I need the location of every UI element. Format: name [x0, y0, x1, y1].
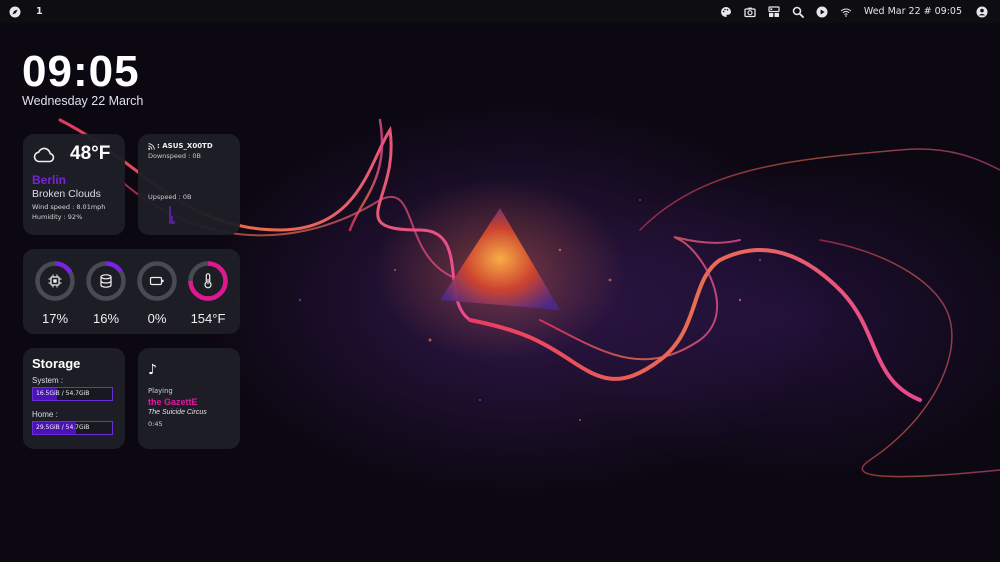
- cpu-ring: [34, 260, 76, 302]
- music-widget: ♪ Playing the GazettE The Suicide Circus…: [138, 348, 240, 449]
- temperature-ring: [187, 260, 229, 302]
- weather-condition: Broken Clouds: [32, 188, 101, 200]
- cloud-icon: [33, 147, 55, 163]
- music-status: Playing: [148, 387, 173, 395]
- music-note-icon[interactable]: ♪: [148, 362, 230, 378]
- dashboard-icon[interactable]: [762, 0, 786, 23]
- weather-humidity: Humidity : 92%: [32, 213, 83, 221]
- network-widget: : ASUS_X00TD Downspeed : 0B Upspeed : 0B: [138, 134, 240, 235]
- network-downspeed: Downspeed : 0B: [148, 152, 201, 160]
- battery-ring: [136, 260, 178, 302]
- play-icon[interactable]: [810, 0, 834, 23]
- system-stats-widget: 17% 16% 0% 154°F: [23, 249, 240, 334]
- storage-widget: Storage System : 16.5GiB / 54.7GiB Home …: [23, 348, 125, 449]
- user-icon[interactable]: [970, 0, 994, 23]
- camera-icon[interactable]: [738, 0, 762, 23]
- storage-home-value: 29.5GiB / 54.7GiB: [36, 424, 90, 431]
- weather-city: Berlin: [32, 173, 67, 187]
- desktop-clock: 09:05 Wednesday 22 March: [22, 47, 144, 109]
- weather-temperature: 48°F: [70, 143, 111, 164]
- upspeed-graph: [169, 206, 175, 224]
- cpu-icon: [48, 274, 62, 288]
- network-upspeed: Upspeed : 0B: [148, 193, 192, 201]
- battery-value: 0%: [147, 311, 167, 326]
- temperature-value: 154°F: [190, 311, 226, 326]
- search-icon[interactable]: [786, 0, 810, 23]
- rss-icon: [148, 142, 155, 150]
- storage-title: Storage: [32, 356, 81, 371]
- network-ssid-text: : ASUS_X00TD: [157, 142, 213, 150]
- storage-system-bar: 16.5GiB / 54.7GiB: [32, 387, 113, 401]
- workspace-indicator[interactable]: 1: [36, 6, 43, 17]
- thermometer-icon: [204, 273, 212, 289]
- weather-widget: 48°F Berlin Broken Clouds Wind speed : 8…: [23, 134, 125, 235]
- ram-value: 16%: [92, 311, 120, 326]
- weather-wind: Wind speed : 8.01mph: [32, 203, 106, 211]
- storage-system-value: 16.5GiB / 54.7GiB: [36, 390, 90, 397]
- storage-system-label: System :: [32, 376, 64, 385]
- database-icon: [100, 274, 112, 288]
- ram-ring: [85, 260, 127, 302]
- wifi-icon[interactable]: [834, 0, 858, 23]
- music-time: 0:45: [148, 420, 163, 428]
- compass-icon[interactable]: [8, 0, 22, 23]
- clock-time: 09:05: [22, 47, 140, 96]
- music-song: The Suicide Circus: [148, 409, 207, 416]
- battery-icon: [149, 276, 164, 286]
- network-ssid: : ASUS_X00TD: [148, 142, 230, 150]
- topbar-clock[interactable]: Wed Mar 22 # 09:05: [858, 6, 970, 17]
- storage-home-label: Home :: [32, 410, 58, 419]
- palette-icon[interactable]: [714, 0, 738, 23]
- cpu-value: 17%: [41, 311, 69, 326]
- clock-date: Wednesday 22 March: [22, 94, 144, 108]
- storage-home-bar: 29.5GiB / 54.7GiB: [32, 421, 113, 435]
- music-artist: the GazettE: [148, 397, 198, 407]
- top-bar: 1 Wed Mar 22 # 09:05: [0, 0, 1000, 23]
